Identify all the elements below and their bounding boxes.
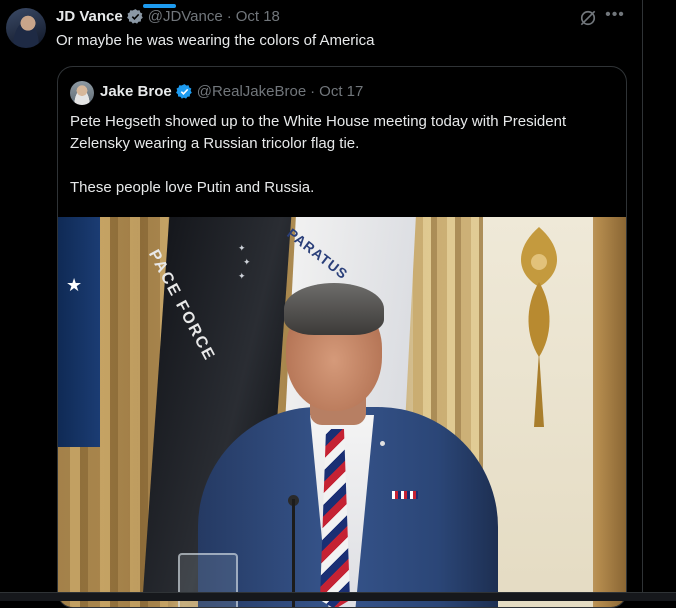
quoted-tweet-header: Jake Broe @RealJakeBroe · Oct 17 xyxy=(100,83,363,100)
author-name[interactable]: JD Vance xyxy=(56,8,123,25)
timeline-column-border xyxy=(642,0,643,600)
avatar[interactable] xyxy=(6,8,46,48)
timestamp[interactable]: Oct 18 xyxy=(236,8,280,25)
separator-dot: · xyxy=(310,83,316,100)
verified-badge-icon xyxy=(126,8,143,24)
tweet-header: JD Vance @JDVance · Oct 18 xyxy=(56,6,280,26)
quoted-tweet[interactable]: Jake Broe @RealJakeBroe · Oct 17 Pete He… xyxy=(57,66,627,608)
quoted-text-paragraph-1: Pete Hegseth showed up to the White Hous… xyxy=(70,113,567,152)
person-hair xyxy=(284,283,384,335)
quoted-text-paragraph-2: These people love Putin and Russia. xyxy=(70,179,315,196)
quoted-timestamp[interactable]: Oct 17 xyxy=(319,83,363,100)
quoted-avatar[interactable] xyxy=(70,81,94,105)
flag-blue xyxy=(58,217,100,447)
gold-ornament xyxy=(520,227,558,427)
verified-badge-icon xyxy=(175,84,192,99)
star-icon: ★ xyxy=(66,275,83,295)
author-handle[interactable]: @JDVance xyxy=(148,8,223,25)
quoted-tweet-text: Pete Hegseth showed up to the White Hous… xyxy=(70,111,610,199)
grok-icon[interactable] xyxy=(578,8,598,28)
flag-stars: ✦ ✦ ✦ xyxy=(238,243,251,281)
pocket-square xyxy=(392,491,418,499)
quoted-author-handle[interactable]: @RealJakeBroe xyxy=(197,83,306,100)
separator-dot: · xyxy=(226,7,232,25)
lapel-pin xyxy=(380,441,385,446)
tweet-text: Or maybe he was wearing the colors of Am… xyxy=(56,32,375,49)
more-icon[interactable]: ••• xyxy=(604,6,626,26)
attached-photo[interactable]: ★ ✦ ✦ ✦ PACE FORCE PARATUS xyxy=(58,217,626,607)
quoted-author-name[interactable]: Jake Broe xyxy=(100,83,172,100)
